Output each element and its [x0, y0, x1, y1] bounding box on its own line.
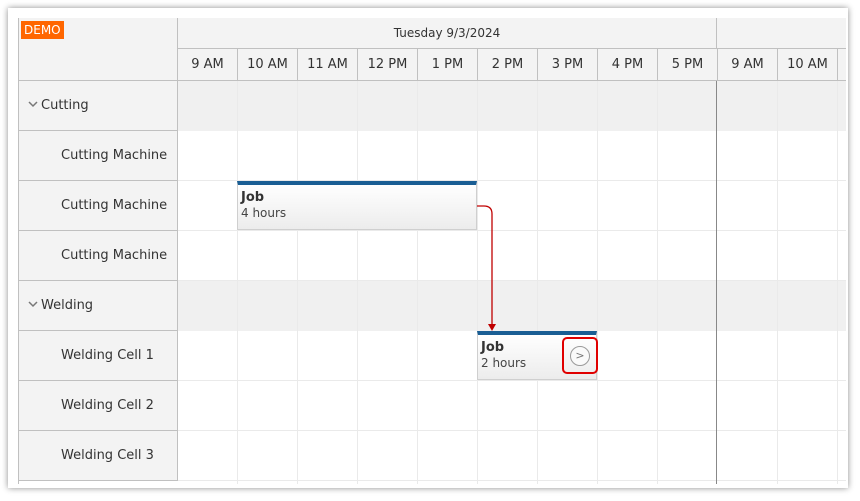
grid-line	[537, 81, 538, 484]
timeline-header: Tuesday 9/3/2024 9 AM 10 AM 11 AM 12 PM …	[178, 18, 846, 81]
grid-line	[237, 81, 238, 484]
event-title: Job	[481, 340, 505, 355]
scheduler: DEMO Tuesday 9/3/2024 9 AM 10 AM 11 AM 1…	[18, 18, 846, 484]
resource-label: Cutting	[41, 98, 89, 113]
chevron-down-icon[interactable]	[27, 98, 39, 110]
resource-row: Welding Cell 1	[19, 331, 177, 381]
event-duration: 4 hours	[241, 206, 287, 220]
hour-header: 11 AM	[298, 49, 358, 80]
grid-line	[597, 81, 598, 484]
hour-header: 1 PM	[418, 49, 478, 80]
resource-row: Cutting Machine 3	[19, 231, 177, 312]
grid-line	[657, 81, 658, 484]
grid-row	[178, 81, 846, 131]
hour-header: 9 AM	[718, 49, 778, 80]
grid-line	[357, 81, 358, 484]
resource-group-welding[interactable]: Welding	[19, 281, 177, 331]
grid-row[interactable]	[178, 131, 846, 181]
grid-line	[777, 81, 778, 484]
hour-header: 10 AM	[778, 49, 838, 80]
grid-row[interactable]	[178, 431, 846, 481]
timeline-grid[interactable]: Job 4 hours Job 2 hours	[178, 81, 846, 484]
hour-header: 2 PM	[478, 49, 538, 80]
resource-row: Cutting Machine 2	[19, 181, 177, 262]
hour-header: 5 PM	[658, 49, 718, 80]
grid-line	[837, 81, 838, 484]
resource-label: Welding Cell 1	[61, 348, 154, 363]
demo-badge: DEMO	[21, 21, 64, 39]
event-title: Job	[241, 190, 265, 205]
grid-row	[178, 281, 846, 331]
scheduler-corner: DEMO	[19, 18, 178, 81]
resource-row: Welding Cell 2	[19, 381, 177, 431]
resource-label: Welding Cell 3	[61, 448, 154, 463]
grid-line	[417, 81, 418, 484]
event-duration: 2 hours	[481, 356, 527, 370]
resource-label: Welding	[41, 298, 94, 313]
hour-header: 4 PM	[598, 49, 658, 80]
resource-group-cutting[interactable]: Cutting	[19, 81, 177, 131]
day-header: Tuesday 9/3/2024	[178, 18, 717, 49]
hour-header: 12 PM	[358, 49, 418, 80]
grid-row[interactable]	[178, 381, 846, 431]
resource-label: Welding Cell 2	[61, 398, 154, 413]
hour-header: 9 AM	[178, 49, 238, 80]
grid-line	[297, 81, 298, 484]
hour-header: 3 PM	[538, 49, 598, 80]
day-separator	[716, 81, 717, 484]
resource-row: Welding Cell 3	[19, 431, 177, 481]
day-header	[717, 18, 846, 49]
grid-line	[477, 81, 478, 484]
resource-list: Cutting Cutting Machine 1 Cutting Machin…	[19, 81, 178, 481]
chevron-down-icon[interactable]	[27, 298, 39, 310]
chevron-right-icon[interactable]: >	[570, 346, 590, 366]
event-job-cutting[interactable]: Job 4 hours	[237, 181, 477, 230]
resource-row: Cutting Machine 1	[19, 131, 177, 212]
grid-row[interactable]	[178, 231, 846, 281]
hour-header: 10 AM	[238, 49, 298, 80]
